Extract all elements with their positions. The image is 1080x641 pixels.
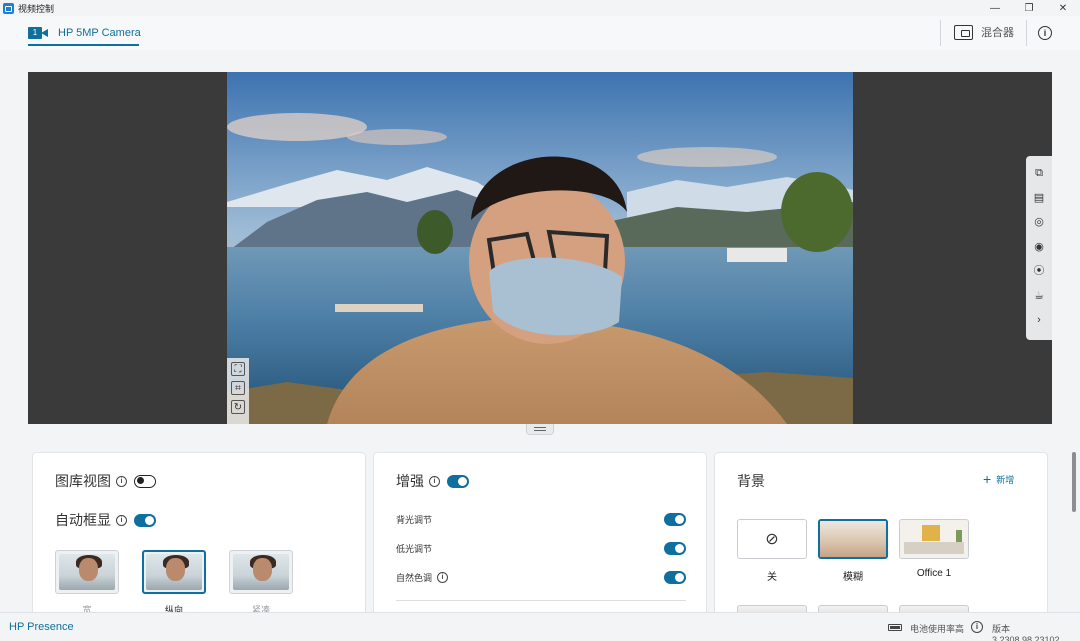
background-option-label: 模糊 xyxy=(843,572,863,583)
left-toolbar: ⛶ ⌗ ↻ xyxy=(227,358,249,424)
add-label: 新增 xyxy=(996,474,1015,485)
background-title: 背景 xyxy=(737,473,765,489)
gallery-view-row: 图库视图 i xyxy=(55,471,156,491)
low-light-label: 低光调节 xyxy=(396,544,433,554)
frame-mode-wide[interactable] xyxy=(55,550,119,594)
picture-in-picture-icon xyxy=(954,24,973,40)
info-icon[interactable]: i xyxy=(1038,26,1052,40)
camera-tab[interactable]: 1 HP 5MP Camera xyxy=(28,24,141,42)
low-light-toggle[interactable] xyxy=(664,542,686,555)
frame-mode-compact[interactable] xyxy=(229,550,293,594)
add-background-button[interactable]: + 新增 xyxy=(983,471,1014,487)
info-icon[interactable]: i xyxy=(437,572,449,583)
window-controls: — ❐ ✕ xyxy=(978,0,1080,16)
enhance-panel: 增强 i 背光调节 低光调节 自然色调 i xyxy=(373,452,707,622)
frame-mode-portrait[interactable] xyxy=(142,550,206,594)
scrollbar[interactable] xyxy=(1072,452,1076,512)
plus-icon: + xyxy=(983,471,992,487)
backlight-label: 背光调节 xyxy=(396,515,433,525)
mixer-button[interactable]: 混合器 xyxy=(954,24,1014,40)
version-label: 版本 3.2308.98.23102 xyxy=(992,624,1060,641)
background-header: 背景 xyxy=(737,471,765,491)
right-toolbar: ⧉ ▤ ◎ ◉ ⦿ ☕ › xyxy=(1026,156,1052,340)
battery-icon xyxy=(888,624,902,631)
blur-preview-image xyxy=(820,521,886,557)
frame-a-icon[interactable]: ⛶ xyxy=(231,362,245,376)
frame-select-icon[interactable]: ⌗ xyxy=(231,381,245,395)
pop-out-icon[interactable]: ⧉ xyxy=(1031,165,1047,181)
background-option-label: Office 1 xyxy=(916,568,952,579)
record-icon[interactable]: ◉ xyxy=(1031,239,1047,255)
enhance-title: 增强 xyxy=(396,473,424,489)
pdf-icon[interactable]: ▤ xyxy=(1031,190,1047,206)
gallery-view-label: 图库视图 xyxy=(55,473,111,489)
background-blur-tile[interactable] xyxy=(818,519,888,559)
minimize-button[interactable]: — xyxy=(978,0,1012,16)
camera-tab-underline xyxy=(28,44,139,46)
no-background-icon: ⊘ xyxy=(765,531,779,548)
camera-snapshot-icon[interactable]: ◎ xyxy=(1031,214,1047,230)
header-divider xyxy=(1026,20,1027,46)
status-bar: HP Presence 电池使用率高 i 版本 3.2308.98.23102 xyxy=(0,612,1080,641)
enhance-header: 增强 i xyxy=(396,471,469,491)
background-panel: 背景 + 新增 ⊘ 关 模糊 Office 1 xyxy=(714,452,1048,622)
natural-tone-toggle[interactable] xyxy=(664,571,686,584)
camera-index: 1 xyxy=(28,27,42,39)
backlight-toggle[interactable] xyxy=(664,513,686,526)
backlight-row: 背光调节 xyxy=(396,513,686,526)
office-preview-image xyxy=(900,520,968,558)
chevron-right-icon[interactable]: › xyxy=(1031,312,1047,328)
mixer-label: 混合器 xyxy=(981,27,1014,39)
background-off-tile[interactable]: ⊘ xyxy=(737,519,807,559)
window-title: 视频控制 xyxy=(18,3,55,14)
info-icon[interactable]: i xyxy=(116,514,127,526)
video-camera-icon: 1 xyxy=(28,27,48,39)
video-frame-image xyxy=(227,72,853,424)
app-icon xyxy=(3,2,14,14)
header-divider xyxy=(940,20,941,46)
camera-name: HP 5MP Camera xyxy=(58,27,141,39)
rotate-icon[interactable]: ↻ xyxy=(231,400,245,414)
gallery-view-toggle[interactable] xyxy=(134,474,156,488)
divider xyxy=(396,600,686,601)
info-icon[interactable]: i xyxy=(116,475,127,487)
camera-preview: ⛶ ⌗ ↻ xyxy=(28,72,1052,424)
auto-frame-toggle[interactable] xyxy=(134,513,156,527)
header: 1 HP 5MP Camera 混合器 i xyxy=(0,16,1080,50)
brand-label: HP Presence xyxy=(9,621,74,633)
enhance-toggle[interactable] xyxy=(447,474,469,488)
natural-tone-label: 自然色调 xyxy=(396,573,433,583)
restore-button[interactable]: ❐ xyxy=(1012,0,1046,16)
panel-resize-handle[interactable] xyxy=(526,424,554,435)
info-icon[interactable]: i xyxy=(971,621,983,633)
info-icon[interactable]: i xyxy=(429,475,440,487)
auto-frame-label: 自动框显 xyxy=(55,512,111,528)
broadcast-icon[interactable]: ⦿ xyxy=(1031,263,1047,279)
background-office1-tile[interactable] xyxy=(899,519,969,559)
battery-status: 电池使用率高 xyxy=(910,624,965,634)
video-feed xyxy=(227,72,853,424)
natural-tone-row: 自然色调 i xyxy=(396,571,686,584)
framing-panel: 图库视图 i 自动框显 i 宽 纵向 紧凑 xyxy=(32,452,366,622)
title-bar: 视频控制 — ❐ ✕ xyxy=(0,0,1080,16)
auto-frame-row: 自动框显 i xyxy=(55,510,156,530)
low-light-row: 低光调节 xyxy=(396,542,686,555)
close-button[interactable]: ✕ xyxy=(1046,0,1080,16)
coffee-icon[interactable]: ☕ xyxy=(1031,288,1047,304)
background-option-label: 关 xyxy=(767,572,777,583)
